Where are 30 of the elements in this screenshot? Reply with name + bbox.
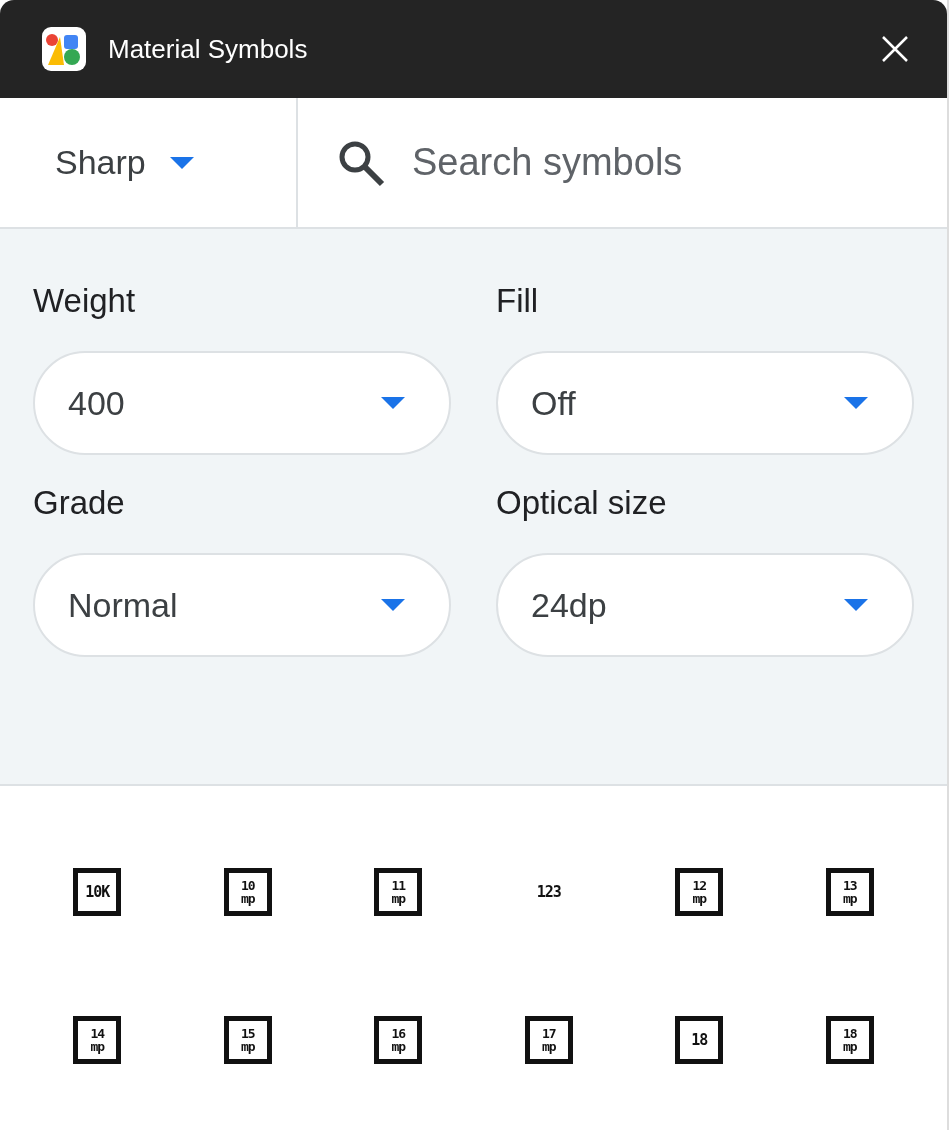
setting-label: Weight xyxy=(33,281,137,321)
setting-label: Grade xyxy=(33,483,126,523)
symbol-icon[interactable]: 10 mp xyxy=(223,868,272,916)
window-title: Material Symbols xyxy=(108,32,308,66)
symbol-icon[interactable]: 13 mp xyxy=(825,868,874,916)
caret-icon xyxy=(381,397,405,409)
symbol-icon[interactable]: 10K xyxy=(73,868,122,916)
setting-label: Fill xyxy=(496,281,540,321)
caret-icon xyxy=(844,599,868,611)
symbol-icon[interactable]: 12 mp xyxy=(675,868,724,916)
setting-dropdown[interactable]: 24dp xyxy=(496,553,914,657)
symbol-icon[interactable]: 14 mp xyxy=(73,1016,122,1064)
app-logo-icon xyxy=(42,27,86,71)
symbol-icon[interactable]: 18 xyxy=(675,1016,724,1064)
setting-dropdown[interactable]: 400 xyxy=(33,351,451,455)
setting-dropdown[interactable]: Off xyxy=(496,351,914,455)
setting-label: Optical size xyxy=(496,483,668,523)
symbol-icon[interactable]: 11 mp xyxy=(374,868,423,916)
style-dropdown[interactable]: Sharp xyxy=(0,98,298,227)
symbol-icon[interactable]: 15 mp xyxy=(223,1016,272,1064)
caret-icon xyxy=(381,599,405,611)
caret-icon xyxy=(844,397,868,409)
symbol-icon[interactable]: 123 xyxy=(536,868,561,916)
caret-icon xyxy=(169,156,194,169)
symbol-icon[interactable]: 17 mp xyxy=(524,1016,573,1064)
search-field[interactable]: Search symbols xyxy=(412,134,947,191)
symbol-icon[interactable]: 16 mp xyxy=(374,1016,423,1064)
close-icon xyxy=(881,35,909,63)
symbol-icon[interactable]: 18 mp xyxy=(825,1016,874,1064)
setting-dropdown[interactable]: Normal xyxy=(33,553,451,657)
